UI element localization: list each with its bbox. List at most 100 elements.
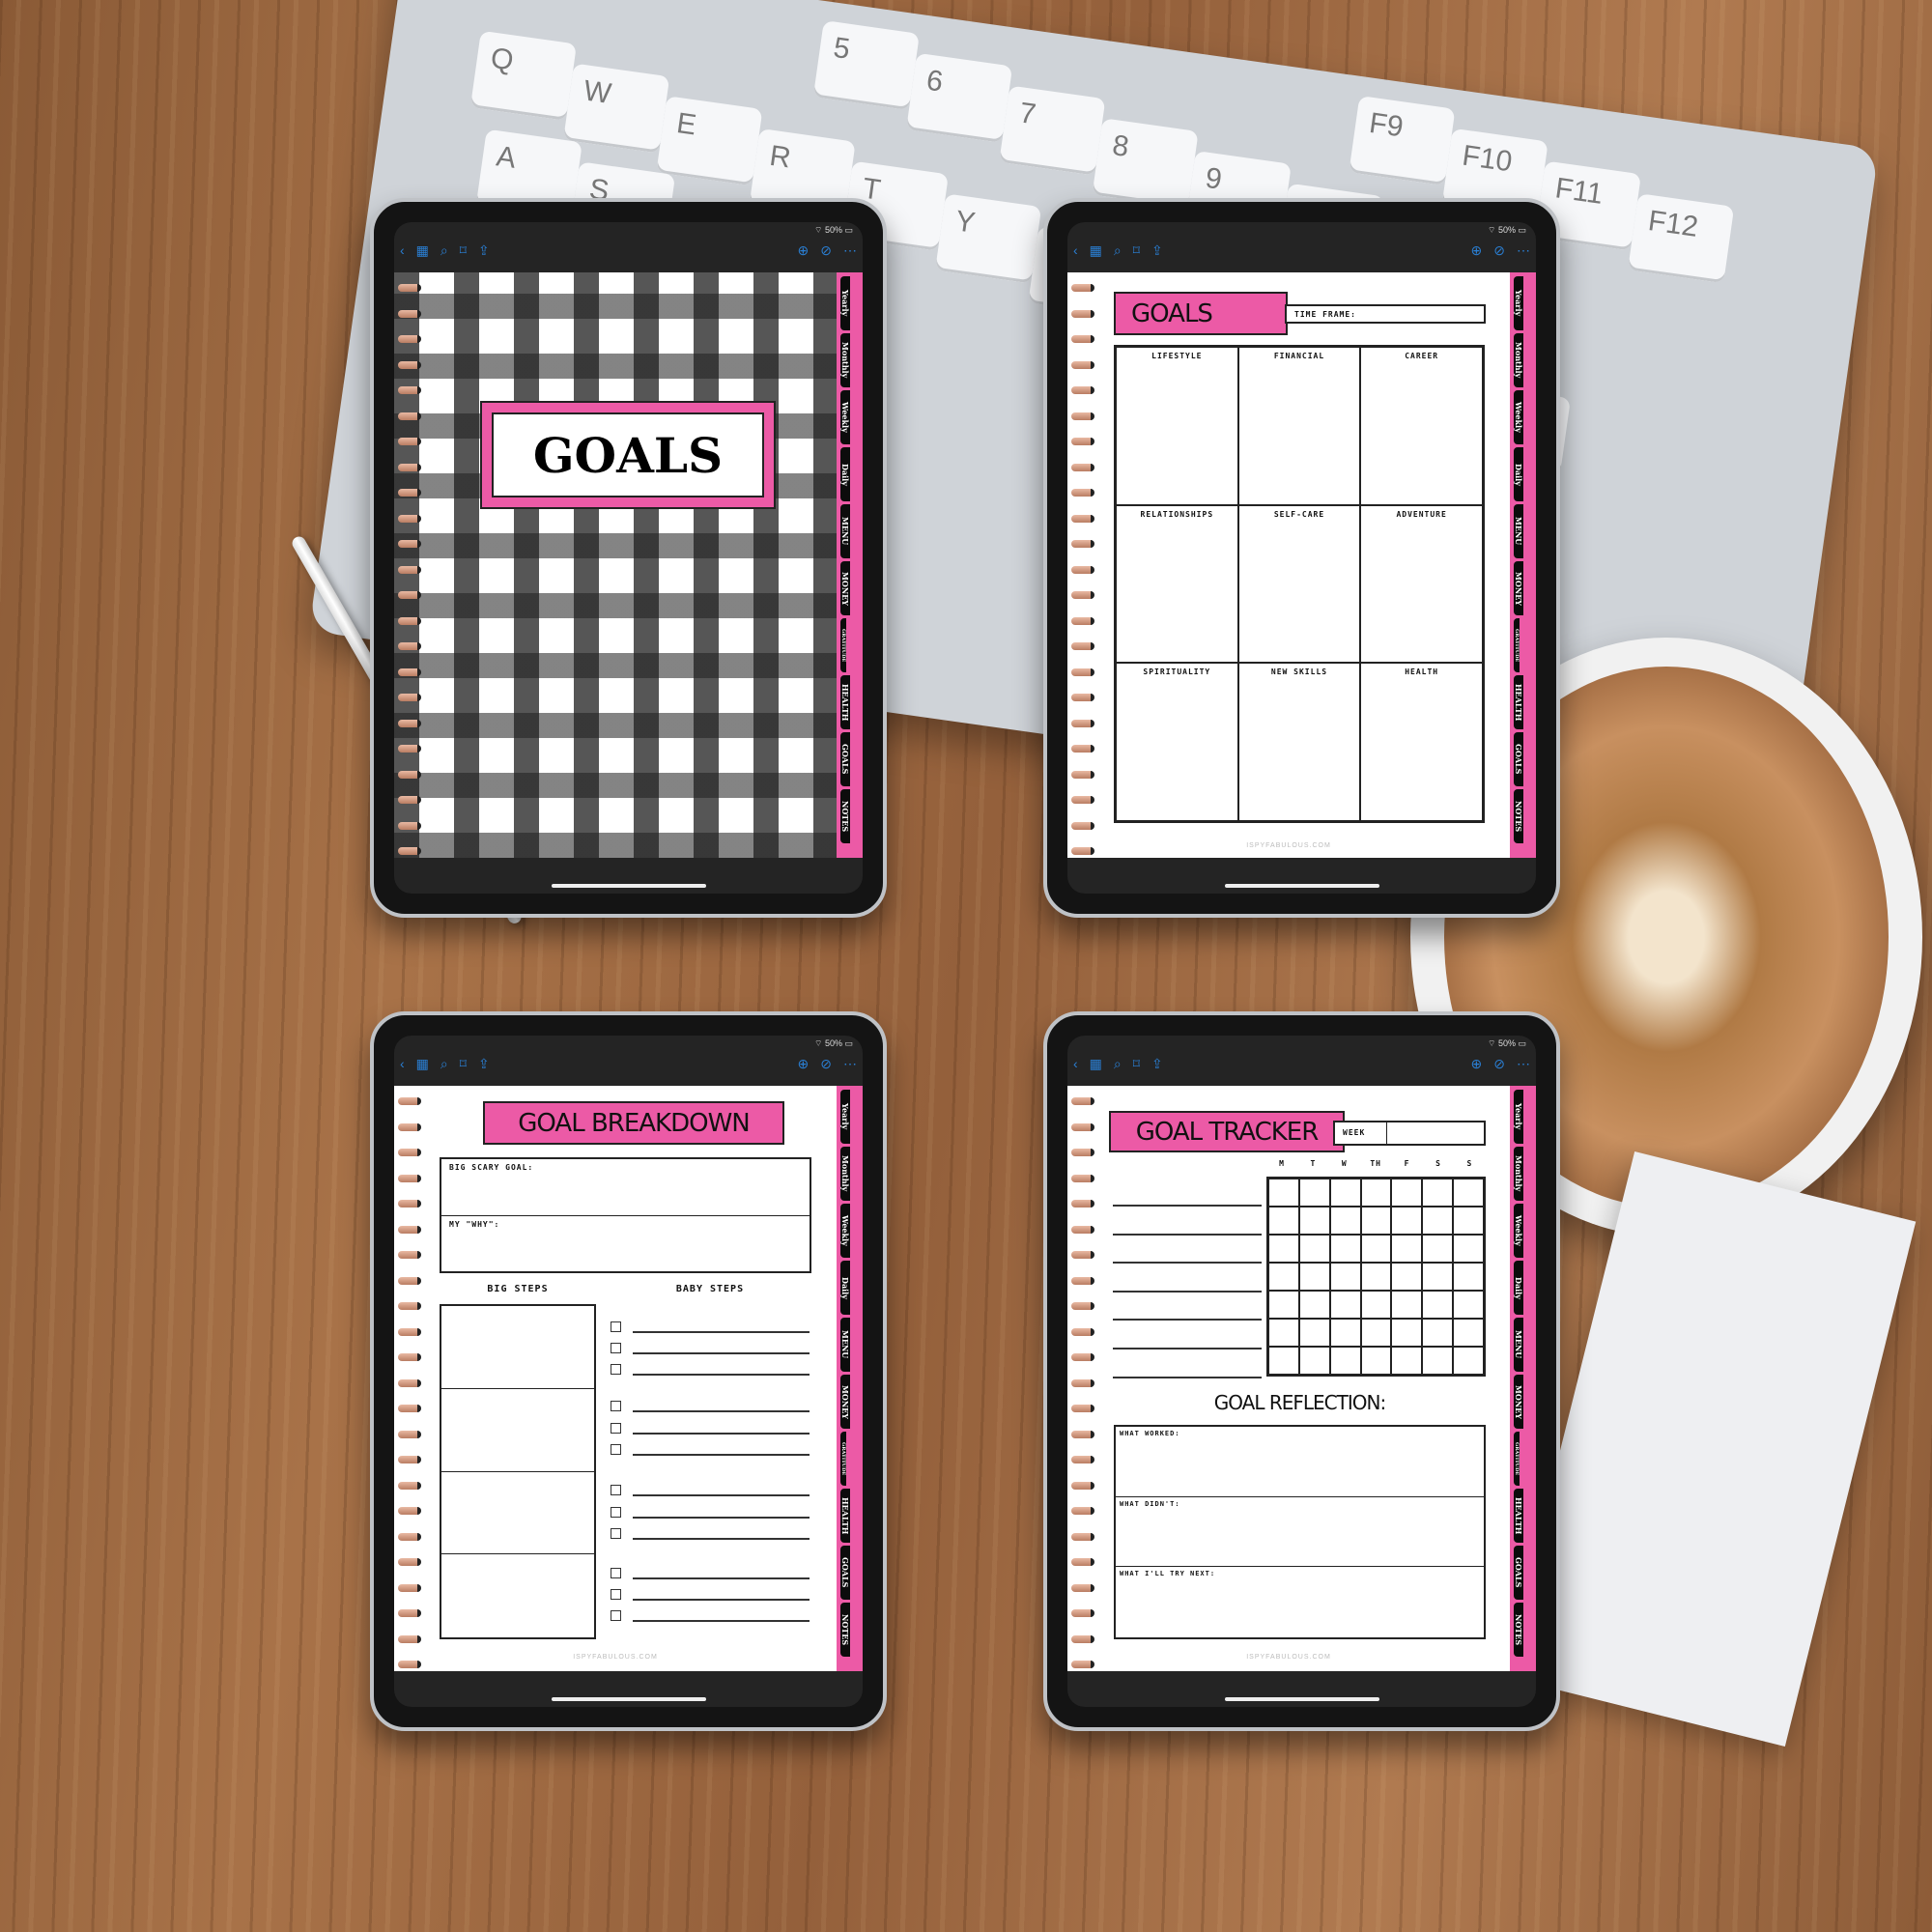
- tab-gratitude[interactable]: GRATITUDE: [840, 1432, 846, 1486]
- tracker-cell[interactable]: [1268, 1319, 1299, 1347]
- tab-yearly[interactable]: Yearly: [840, 276, 850, 330]
- more-icon[interactable]: ⋯: [843, 1056, 857, 1072]
- goal-line[interactable]: [1113, 1291, 1262, 1293]
- tracker-cell[interactable]: [1298, 1179, 1330, 1207]
- baby-step-line[interactable]: [633, 1331, 810, 1333]
- baby-step-checkbox[interactable]: [611, 1610, 621, 1621]
- tab-yearly[interactable]: Yearly: [1514, 276, 1523, 330]
- pen-off-icon[interactable]: ⊘: [1493, 1056, 1505, 1072]
- baby-step-checkbox[interactable]: [611, 1423, 621, 1434]
- reflection-field[interactable]: WHAT WORKED:: [1116, 1427, 1484, 1497]
- tracker-cell[interactable]: [1298, 1319, 1330, 1347]
- home-indicator[interactable]: [1225, 1697, 1379, 1701]
- more-icon[interactable]: ⋯: [1517, 242, 1530, 259]
- tracker-cell[interactable]: [1329, 1291, 1361, 1319]
- tracker-cell[interactable]: [1391, 1179, 1423, 1207]
- tab-goals[interactable]: GOALS: [1514, 732, 1523, 786]
- tracker-cell[interactable]: [1268, 1291, 1299, 1319]
- tracker-cell[interactable]: [1329, 1207, 1361, 1235]
- bookmark-icon[interactable]: ⌑: [460, 1056, 467, 1072]
- tab-health[interactable]: HEALTH: [1514, 1489, 1523, 1543]
- baby-step-checkbox[interactable]: [611, 1589, 621, 1600]
- baby-step-checkbox[interactable]: [611, 1444, 621, 1455]
- baby-step-line[interactable]: [633, 1517, 810, 1519]
- tracker-cell[interactable]: [1329, 1263, 1361, 1291]
- tracker-cell[interactable]: [1453, 1263, 1484, 1291]
- baby-step-checkbox[interactable]: [611, 1507, 621, 1518]
- baby-step-checkbox[interactable]: [611, 1401, 621, 1411]
- tab-money[interactable]: MONEY: [840, 561, 850, 615]
- tab-health[interactable]: HEALTH: [840, 675, 850, 729]
- goal-category-cell[interactable]: FINANCIAL: [1237, 347, 1361, 505]
- big-step-box[interactable]: [441, 1472, 594, 1555]
- tab-weekly[interactable]: Weekly: [840, 1204, 850, 1258]
- tracker-cell[interactable]: [1298, 1207, 1330, 1235]
- tab-weekly[interactable]: Weekly: [840, 390, 850, 444]
- tab-goals[interactable]: GOALS: [1514, 1546, 1523, 1600]
- baby-step-line[interactable]: [633, 1599, 810, 1601]
- baby-step-line[interactable]: [633, 1577, 810, 1579]
- tab-yearly[interactable]: Yearly: [1514, 1090, 1523, 1144]
- tab-monthly[interactable]: Monthly: [1514, 1147, 1523, 1201]
- tab-menu[interactable]: MENU: [1514, 504, 1523, 558]
- reflection-field[interactable]: WHAT DIDN'T:: [1116, 1497, 1484, 1568]
- share-icon[interactable]: ⇪: [1151, 242, 1163, 259]
- goal-category-cell[interactable]: CAREER: [1360, 347, 1483, 505]
- add-page-icon[interactable]: ⊕: [798, 1056, 810, 1072]
- big-step-box[interactable]: [441, 1306, 594, 1389]
- baby-step-line[interactable]: [633, 1538, 810, 1540]
- search-icon[interactable]: ⌕: [440, 1056, 448, 1072]
- tab-menu[interactable]: MENU: [840, 504, 850, 558]
- goal-line[interactable]: [1113, 1262, 1262, 1264]
- tab-notes[interactable]: NOTES: [1514, 789, 1523, 843]
- big-step-box[interactable]: [441, 1389, 594, 1472]
- tab-goals[interactable]: GOALS: [840, 732, 850, 786]
- tab-notes[interactable]: NOTES: [840, 1603, 850, 1657]
- add-page-icon[interactable]: ⊕: [798, 242, 810, 259]
- tab-notes[interactable]: NOTES: [840, 789, 850, 843]
- tracker-cell[interactable]: [1422, 1235, 1454, 1263]
- thumbnails-grid-icon[interactable]: ▦: [416, 242, 429, 259]
- reflection-field[interactable]: WHAT I'LL TRY NEXT:: [1116, 1567, 1484, 1637]
- goal-category-cell[interactable]: ADVENTURE: [1360, 504, 1483, 664]
- baby-step-checkbox[interactable]: [611, 1321, 621, 1332]
- tab-weekly[interactable]: Weekly: [1514, 390, 1523, 444]
- goal-category-cell[interactable]: SELF-CARE: [1237, 504, 1361, 664]
- pen-off-icon[interactable]: ⊘: [1493, 242, 1505, 259]
- tracker-cell[interactable]: [1268, 1179, 1299, 1207]
- more-icon[interactable]: ⋯: [843, 242, 857, 259]
- tracker-cell[interactable]: [1422, 1179, 1454, 1207]
- tracker-cell[interactable]: [1360, 1235, 1392, 1263]
- tracker-cell[interactable]: [1453, 1207, 1484, 1235]
- tracker-cell[interactable]: [1360, 1347, 1392, 1375]
- tracker-cell[interactable]: [1298, 1347, 1330, 1375]
- tracker-cell[interactable]: [1391, 1207, 1423, 1235]
- tab-daily[interactable]: Daily: [840, 447, 850, 501]
- baby-step-line[interactable]: [633, 1433, 810, 1435]
- tracker-cell[interactable]: [1422, 1263, 1454, 1291]
- tracker-cell[interactable]: [1329, 1179, 1361, 1207]
- tracker-cell[interactable]: [1422, 1347, 1454, 1375]
- tracker-cell[interactable]: [1268, 1207, 1299, 1235]
- baby-step-line[interactable]: [633, 1620, 810, 1622]
- tracker-cell[interactable]: [1268, 1263, 1299, 1291]
- pen-off-icon[interactable]: ⊘: [820, 1056, 832, 1072]
- goal-line[interactable]: [1113, 1205, 1262, 1207]
- tab-weekly[interactable]: Weekly: [1514, 1204, 1523, 1258]
- tracker-cell[interactable]: [1422, 1291, 1454, 1319]
- tab-menu[interactable]: MENU: [840, 1318, 850, 1372]
- week-field[interactable]: WEEK: [1333, 1121, 1486, 1146]
- baby-step-line[interactable]: [633, 1352, 810, 1354]
- goal-category-cell[interactable]: RELATIONSHIPS: [1116, 504, 1238, 664]
- tab-yearly[interactable]: Yearly: [840, 1090, 850, 1144]
- baby-step-line[interactable]: [633, 1454, 810, 1456]
- home-indicator[interactable]: [552, 1697, 706, 1701]
- tracker-cell[interactable]: [1391, 1235, 1423, 1263]
- tab-health[interactable]: HEALTH: [1514, 675, 1523, 729]
- tracker-cell[interactable]: [1453, 1291, 1484, 1319]
- tracker-cell[interactable]: [1268, 1347, 1299, 1375]
- share-icon[interactable]: ⇪: [478, 1056, 490, 1072]
- share-icon[interactable]: ⇪: [478, 242, 490, 259]
- baby-step-checkbox[interactable]: [611, 1485, 621, 1495]
- search-icon[interactable]: ⌕: [440, 242, 448, 259]
